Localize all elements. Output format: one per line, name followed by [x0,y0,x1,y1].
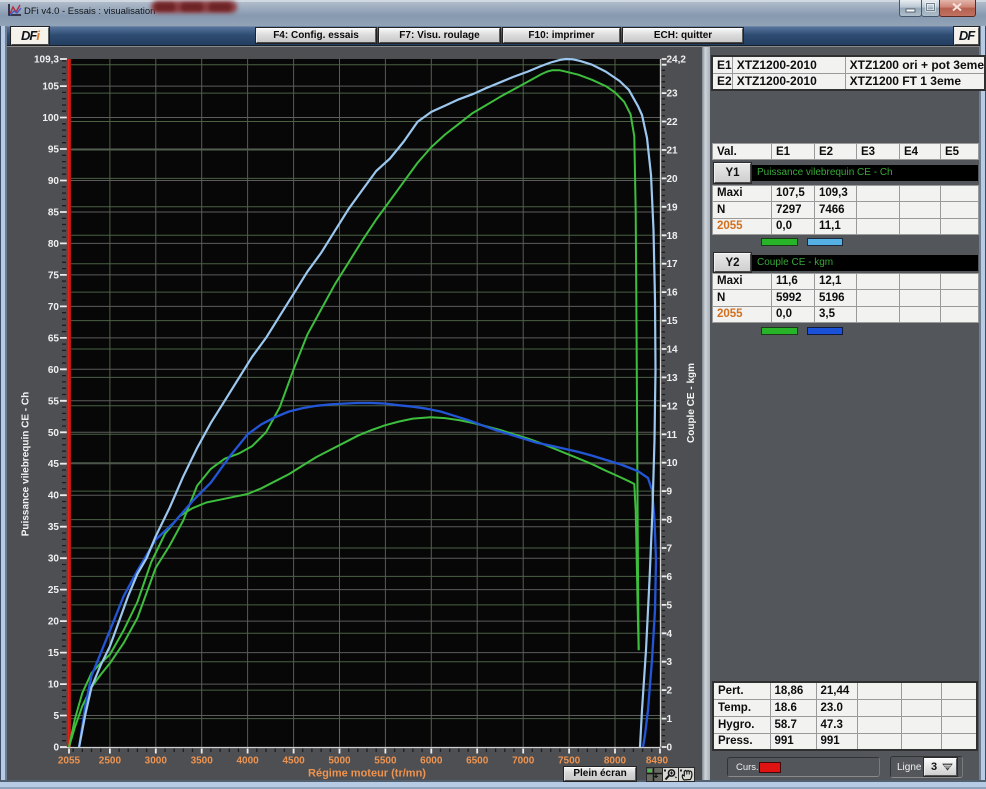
svg-text:105: 105 [42,82,59,93]
svg-text:22: 22 [667,117,679,128]
svg-text:21: 21 [667,146,679,157]
svg-text:19: 19 [667,202,679,213]
svg-text:3000: 3000 [145,756,168,767]
svg-text:6: 6 [667,572,673,583]
svg-text:14: 14 [667,345,679,356]
svg-text:10: 10 [48,680,60,691]
svg-text:7500: 7500 [558,756,581,767]
svg-text:10: 10 [667,458,679,469]
svg-text:3: 3 [667,657,673,668]
svg-text:Puissance vilebrequin CE - Ch: Puissance vilebrequin CE - Ch [21,392,32,536]
svg-text:65: 65 [48,333,60,344]
svg-text:1: 1 [667,714,673,725]
svg-text:70: 70 [48,302,60,313]
svg-text:6500: 6500 [466,756,489,767]
svg-text:60: 60 [48,365,60,376]
svg-text:35: 35 [48,522,60,533]
svg-text:95: 95 [48,145,60,156]
svg-text:109,3: 109,3 [34,55,59,66]
svg-text:55: 55 [48,396,60,407]
svg-text:75: 75 [48,270,60,281]
svg-text:9: 9 [667,487,673,498]
svg-text:20: 20 [667,174,679,185]
svg-text:80: 80 [48,239,60,250]
svg-text:5: 5 [667,600,673,611]
svg-text:24,2: 24,2 [667,55,687,66]
svg-text:4000: 4000 [236,756,259,767]
svg-text:2500: 2500 [99,756,122,767]
svg-text:7: 7 [667,544,673,555]
svg-text:85: 85 [48,208,60,219]
svg-text:0: 0 [53,743,59,754]
svg-text:2: 2 [667,686,673,697]
svg-text:16: 16 [667,288,679,299]
svg-text:30: 30 [48,554,60,565]
svg-text:4: 4 [667,629,673,640]
svg-text:18: 18 [667,231,679,242]
svg-text:5500: 5500 [374,756,397,767]
svg-text:50: 50 [48,428,60,439]
svg-text:5000: 5000 [328,756,351,767]
svg-text:12: 12 [667,401,679,412]
svg-text:8490: 8490 [646,756,669,767]
svg-text:Régime moteur (tr/mn): Régime moteur (tr/mn) [308,768,426,780]
svg-text:45: 45 [48,459,60,470]
svg-text:3500: 3500 [191,756,214,767]
svg-text:7000: 7000 [512,756,535,767]
svg-text:8000: 8000 [604,756,627,767]
svg-text:20: 20 [48,617,60,628]
svg-text:11: 11 [667,430,678,441]
svg-text:17: 17 [667,259,679,270]
svg-text:5: 5 [53,711,59,722]
svg-text:25: 25 [48,585,60,596]
svg-text:2055: 2055 [58,756,81,767]
svg-text:4500: 4500 [282,756,305,767]
svg-text:23: 23 [667,89,679,100]
svg-text:15: 15 [48,648,60,659]
svg-text:13: 13 [667,373,679,384]
svg-text:6000: 6000 [420,756,443,767]
svg-text:15: 15 [667,316,679,327]
svg-text:0: 0 [667,743,673,754]
svg-text:40: 40 [48,491,60,502]
svg-text:Couple CE - kgm: Couple CE - kgm [686,363,697,443]
svg-text:100: 100 [42,113,59,124]
svg-text:8: 8 [667,515,673,526]
svg-text:90: 90 [48,176,60,187]
